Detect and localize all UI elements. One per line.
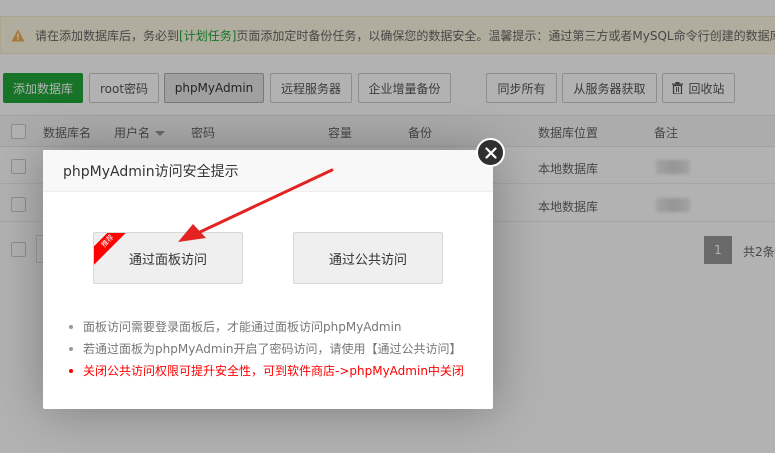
close-dialog-button[interactable]	[476, 138, 505, 167]
phpmyadmin-security-dialog: phpMyAdmin访问安全提示 推荐 通过面板访问 通过公共访问 面板访问需要…	[43, 150, 493, 409]
panel-access-button[interactable]: 推荐 通过面板访问	[93, 232, 243, 284]
tips-list: 面板访问需要登录面板后，才能通过面板访问phpMyAdmin 若通过面板为php…	[67, 316, 464, 382]
dialog-title: phpMyAdmin访问安全提示	[43, 150, 493, 192]
tip-item: 若通过面板为phpMyAdmin开启了密码访问，请使用【通过公共访问】	[67, 338, 464, 360]
public-access-button[interactable]: 通过公共访问	[293, 232, 443, 284]
recommended-badge: 推荐	[94, 233, 133, 266]
public-access-label: 通过公共访问	[328, 252, 407, 268]
tip-item: 面板访问需要登录面板后，才能通过面板访问phpMyAdmin	[67, 316, 464, 338]
database-page: 请在添加数据库后，务必到 [计划任务] 页面添加定时备份任务，以确保您的数据安全…	[0, 0, 775, 453]
panel-access-label: 通过面板访问	[128, 252, 207, 268]
tip-item-warning: 关闭公共访问权限可提升安全性，可到软件商店->phpMyAdmin中关闭	[67, 360, 464, 382]
close-icon	[484, 146, 497, 159]
